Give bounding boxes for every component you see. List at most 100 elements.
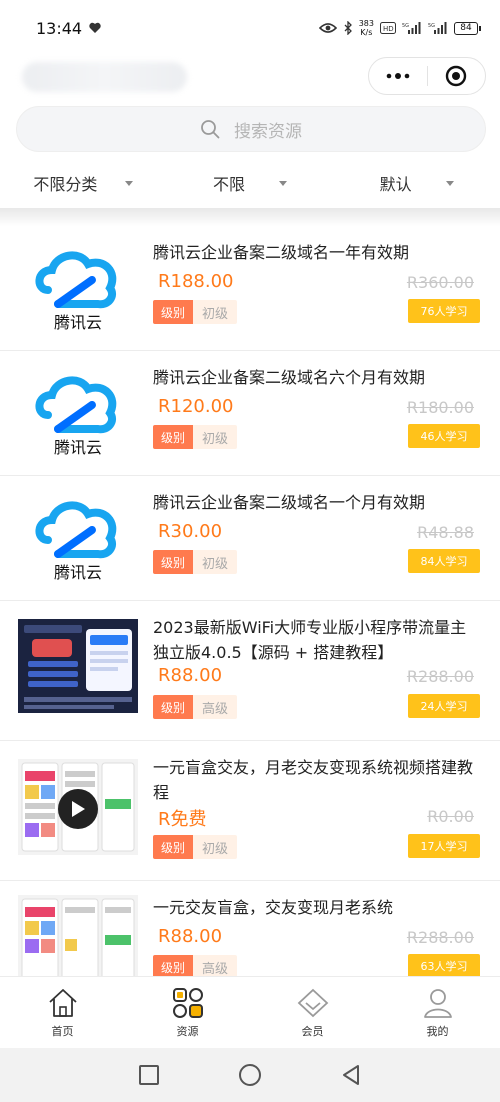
level-value: 高级 (193, 695, 237, 719)
more-button[interactable] (369, 58, 427, 94)
heart-shield-icon (88, 21, 102, 35)
level-tag: 级别 (153, 300, 193, 324)
mini-program-header (0, 56, 500, 98)
list-item[interactable]: 一元盲盒交友，月老交友变现系统视频搭建教程 R免费 R0.00 级别 初级 17… (0, 741, 500, 881)
back-triangle-icon[interactable] (340, 1064, 362, 1086)
item-price: R188.00 (158, 271, 234, 292)
signal-icon: 5G (402, 22, 422, 34)
item-title: 一元交友盲盒，交友变现月老系统 (153, 898, 394, 917)
filter-category[interactable]: 不限分类 (0, 163, 167, 203)
list-item[interactable]: 腾讯云 腾讯云企业备案二级域名一年有效期 R188.00 R360.00 级别 … (0, 226, 500, 351)
bottom-tab-bar: 首页 资源 会员 我的 (0, 976, 500, 1048)
tencent-cloud-logo: 腾讯云 (18, 490, 138, 586)
level-tag: 级别 (153, 550, 193, 574)
filter-bar: 不限分类 不限 默认 (0, 163, 500, 203)
item-original-price: R360.00 (406, 273, 474, 292)
item-original-price: R180.00 (406, 398, 474, 417)
level-tag: 级别 (153, 955, 193, 976)
level-value: 初级 (193, 300, 237, 324)
item-price: R88.00 (158, 926, 223, 947)
target-circle-icon (446, 65, 467, 87)
list-item[interactable]: 腾讯云 腾讯云企业备案二级域名一个月有效期 R30.00 R48.88 级别 初… (0, 476, 500, 601)
tab-mine[interactable]: 我的 (375, 977, 500, 1048)
system-navigation-bar (0, 1048, 500, 1102)
eye-icon (318, 22, 337, 34)
list-item[interactable]: 2023最新版WiFi大师专业版小程序带流量主独立版4.0.5【源码 + 搭建教… (0, 601, 500, 741)
list-item[interactable]: 一元交友盲盒，交友变现月老系统 R88.00 R288.00 级别 高级 63人… (0, 881, 500, 976)
item-price: R120.00 (158, 396, 234, 417)
search-input[interactable]: 搜索资源 (16, 106, 486, 152)
network-speed: 383 K/s (359, 19, 374, 37)
svg-text:5G: 5G (428, 23, 435, 29)
more-dots-icon (386, 73, 410, 79)
tab-label: 我的 (426, 1025, 449, 1038)
video-screenshots (18, 759, 138, 855)
tab-home[interactable]: 首页 (0, 977, 125, 1048)
logo-text: 腾讯云 (54, 563, 102, 582)
learners-badge: 76人学习 (408, 299, 480, 323)
net-speed-unit: K/s (360, 28, 373, 37)
tencent-cloud-logo: 腾讯云 (18, 365, 138, 461)
caret-down-icon (279, 180, 288, 186)
battery-icon: 84 (454, 21, 481, 35)
play-icon[interactable] (58, 789, 98, 829)
mini-program-capsule (368, 57, 486, 95)
learners-badge: 63人学习 (408, 954, 480, 976)
tab-member[interactable]: 会员 (250, 977, 375, 1048)
learners-badge: 46人学习 (408, 424, 480, 448)
item-price: R免费 (158, 809, 207, 830)
resource-list: 腾讯云 腾讯云企业备案二级域名一年有效期 R188.00 R360.00 级别 … (0, 226, 500, 976)
item-title: 2023最新版WiFi大师专业版小程序带流量主独立版4.0.5【源码 + 搭建教… (153, 618, 467, 662)
filter-sort[interactable]: 默认 (333, 163, 500, 203)
item-title: 腾讯云企业备案二级域名六个月有效期 (153, 368, 426, 387)
caret-down-icon (445, 180, 454, 186)
level-tag: 级别 (153, 835, 193, 859)
hd-icon: HD (380, 22, 396, 34)
level-value: 高级 (193, 955, 237, 976)
wifi-miniprogram-poster (18, 619, 138, 713)
level-tag: 级别 (153, 695, 193, 719)
item-original-price: R0.00 (427, 807, 474, 826)
grid-icon (172, 988, 203, 1018)
learners-badge: 24人学习 (408, 694, 480, 718)
tab-resources[interactable]: 资源 (125, 977, 250, 1048)
item-original-price: R288.00 (406, 667, 474, 686)
close-button[interactable] (428, 58, 486, 94)
logo-text: 腾讯云 (54, 313, 102, 332)
filter-label: 不限 (213, 175, 246, 194)
level-tag: 级别 (153, 425, 193, 449)
diamond-icon (297, 988, 328, 1018)
home-icon (48, 989, 77, 1017)
caret-down-icon (125, 180, 134, 186)
level-value: 初级 (193, 425, 237, 449)
bluetooth-icon (343, 21, 353, 35)
item-price: R88.00 (158, 665, 223, 686)
item-original-price: R48.88 (417, 523, 474, 542)
filter-label: 不限分类 (33, 175, 98, 194)
learners-badge: 17人学习 (408, 834, 480, 858)
svg-text:5G: 5G (402, 23, 409, 29)
tencent-cloud-logo: 腾讯云 (18, 240, 138, 336)
signal-icon: 5G (428, 22, 448, 34)
search-icon (201, 120, 220, 139)
app-screenshots (18, 895, 138, 976)
page-title-blurred (22, 62, 187, 92)
user-icon (423, 989, 452, 1018)
clock: 13:44 (36, 18, 83, 38)
tab-label: 会员 (301, 1025, 324, 1038)
list-item[interactable]: 腾讯云 腾讯云企业备案二级域名六个月有效期 R120.00 R180.00 级别… (0, 351, 500, 476)
level-value: 初级 (193, 550, 237, 574)
level-value: 初级 (193, 835, 237, 859)
svg-text:HD: HD (383, 25, 394, 33)
tab-label: 资源 (176, 1025, 199, 1038)
learners-badge: 84人学习 (408, 549, 480, 573)
filter-level[interactable]: 不限 (167, 163, 334, 203)
tab-label: 首页 (51, 1025, 74, 1038)
status-bar: 13:44 383 K/s HD 5G 5G 84 (0, 0, 500, 56)
recents-square-icon[interactable] (138, 1064, 160, 1086)
item-original-price: R288.00 (406, 928, 474, 947)
divider-shadow (0, 208, 500, 226)
item-title: 腾讯云企业备案二级域名一个月有效期 (153, 493, 426, 512)
item-title: 腾讯云企业备案二级域名一年有效期 (153, 243, 410, 262)
home-circle-icon[interactable] (238, 1063, 262, 1087)
